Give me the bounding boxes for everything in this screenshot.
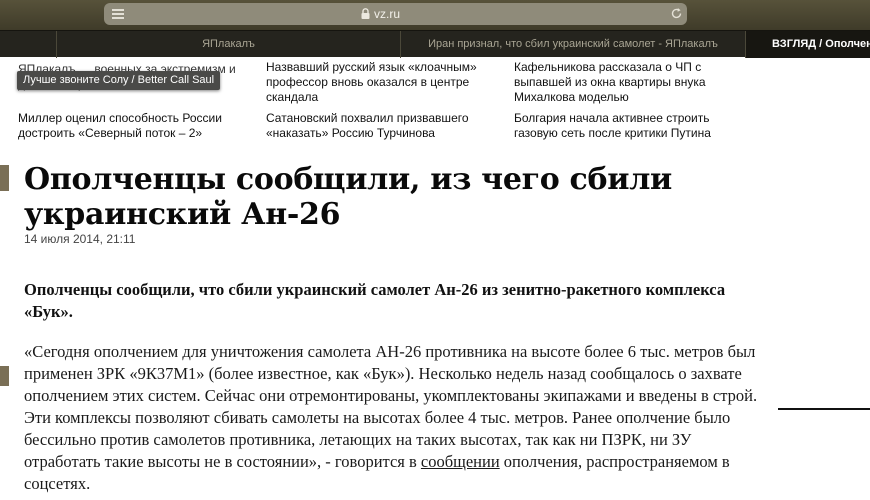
reader-menu-icon[interactable] xyxy=(112,9,124,19)
tab-empty[interactable] xyxy=(0,31,56,58)
headline-accent-bar xyxy=(0,165,9,191)
url-text: vz.ru xyxy=(374,7,401,21)
news-link[interactable]: Назвавший русский язык «клоачным» профес… xyxy=(266,60,496,105)
tab-tooltip: Лучше звоните Солу / Better Call Saul xyxy=(17,71,221,90)
sidebar-divider xyxy=(778,408,870,410)
news-link[interactable]: Сатановский похвалил призвавшего «наказа… xyxy=(266,111,496,141)
news-link[interactable]: Болгария начала активнее строить газовую… xyxy=(514,111,744,141)
news-link[interactable]: Миллер оценил способность России дострои… xyxy=(18,111,248,141)
quote-accent-bar xyxy=(0,366,9,386)
tab-yaplakal[interactable]: ЯПлакалъ xyxy=(56,31,400,58)
news-link[interactable]: Кафельникова рассказала о ЧП с выпавшей … xyxy=(514,60,744,105)
article-headline: Ополченцы сообщили, из чего сбили украин… xyxy=(24,162,672,232)
source-link[interactable]: сообщении xyxy=(421,452,500,471)
browser-toolbar: vz.ru xyxy=(0,0,870,30)
tab-strip: ЯПлакалъ Иран признал, что сбил украинск… xyxy=(0,30,870,58)
article-body: «Сегодня ополчением для уничтожения само… xyxy=(24,341,764,495)
address-bar[interactable]: vz.ru xyxy=(104,3,687,25)
article-lead: Ополченцы сообщили, что сбили украинский… xyxy=(24,280,726,321)
tab-vzglyad-active[interactable]: ВЗГЛЯД / Ополчен xyxy=(745,31,870,58)
tab-iran-news[interactable]: Иран признал, что сбил украинский самоле… xyxy=(400,31,745,58)
reload-icon[interactable] xyxy=(670,7,683,20)
lock-icon xyxy=(361,8,370,19)
article-date: 14 июля 2014, 21:11 xyxy=(24,232,136,246)
